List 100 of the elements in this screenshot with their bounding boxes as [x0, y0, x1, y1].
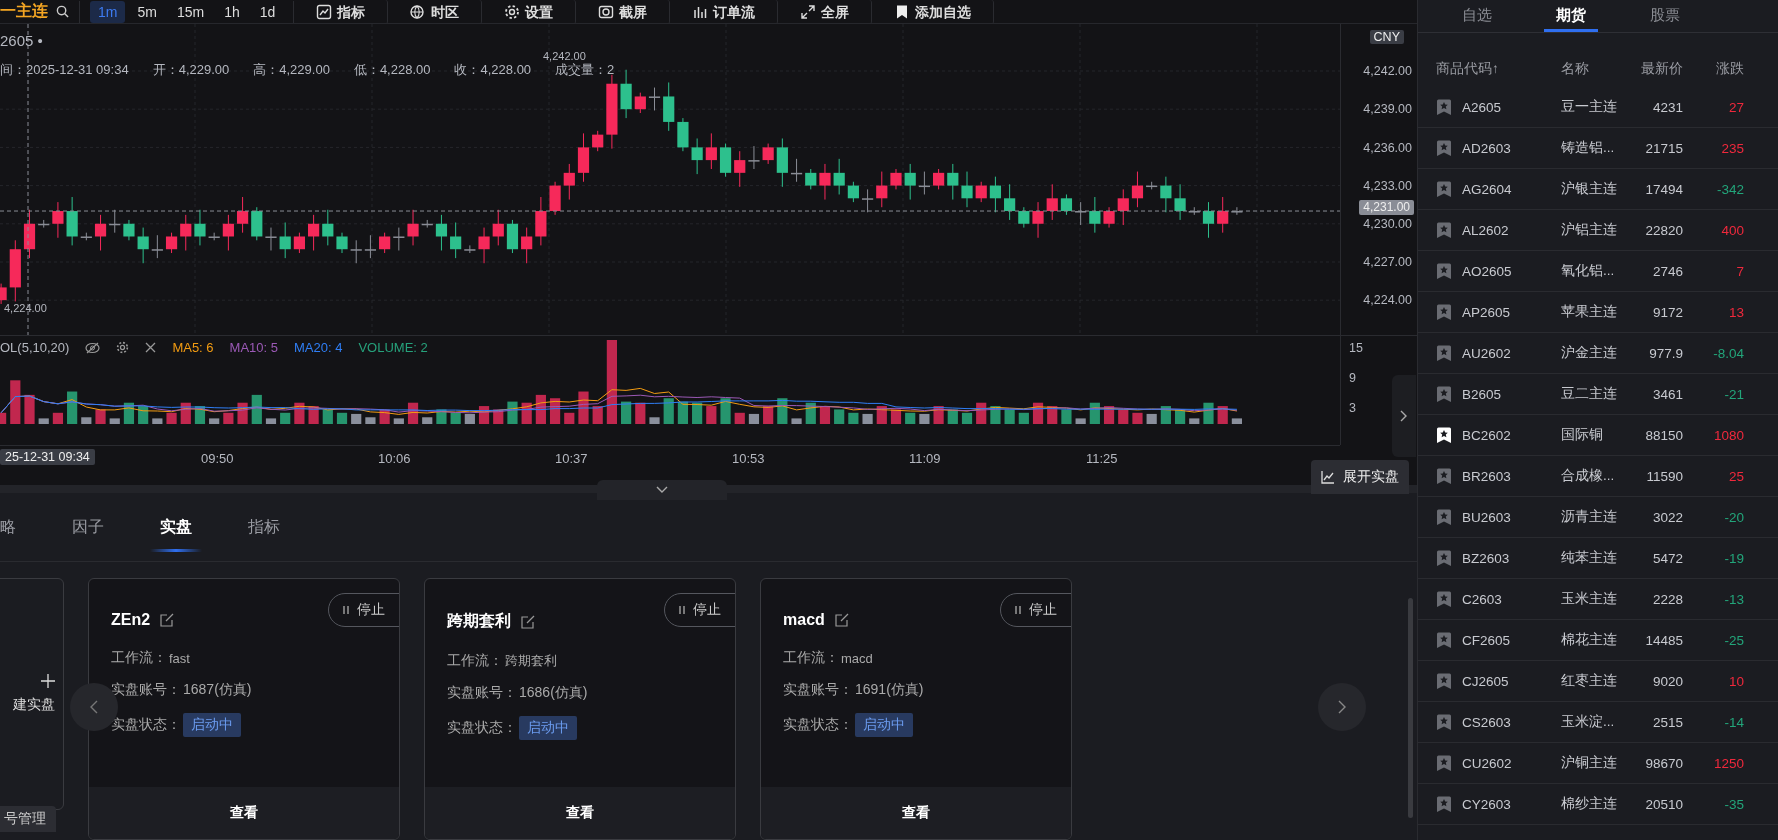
panel-tab[interactable]: 因子 — [44, 494, 132, 560]
bookmark-star-icon[interactable] — [1436, 795, 1452, 813]
quote-row[interactable]: C2603 玉米主连 2228 -13 — [1418, 579, 1778, 620]
stop-button[interactable]: 停止 — [664, 593, 735, 627]
product-name: 玉米主连 — [1561, 590, 1618, 608]
price-axis-label: 4,239.00 — [1363, 102, 1412, 117]
close-icon[interactable] — [145, 342, 157, 354]
quote-row[interactable]: B2605 豆二主连 3461 -21 — [1418, 374, 1778, 415]
market-tab[interactable]: 股票 — [1638, 0, 1692, 29]
bookmark-star-icon[interactable] — [1436, 180, 1452, 198]
quote-row[interactable]: BR2603 合成橡... 11590 25 — [1418, 456, 1778, 497]
market-tab[interactable]: 自选 — [1450, 0, 1504, 29]
product-name: 沪铜主连 — [1561, 754, 1618, 772]
quote-row[interactable]: BU2603 沥青主连 3022 -20 — [1418, 497, 1778, 538]
toolbar-button[interactable]: 添加自选 — [872, 0, 995, 24]
bookmark-star-icon[interactable] — [1436, 262, 1452, 280]
quote-row[interactable]: BZ2603 纯苯主连 5472 -19 — [1418, 538, 1778, 579]
price-change: -20 — [1723, 509, 1744, 525]
product-name: 豆一主连 — [1561, 98, 1618, 116]
view-button[interactable]: 查看 — [89, 787, 399, 839]
quote-row[interactable]: AL2602 沪铝主连 22820 400 — [1418, 210, 1778, 251]
pause-icon — [343, 606, 349, 614]
bookmark-star-icon[interactable] — [1436, 426, 1452, 444]
timeframe-tab[interactable]: 1h — [216, 0, 248, 23]
price-change: -342 — [1715, 181, 1744, 197]
quote-row[interactable]: AG2604 沪银主连 17494 -342 — [1418, 169, 1778, 210]
quote-row[interactable]: AD2603 铸造铝... 21715 235 — [1418, 128, 1778, 169]
field-label: 实盘状态： — [783, 716, 853, 734]
latest-price: 17494 — [1644, 181, 1683, 197]
price-axis-label: 4,227.00 — [1363, 255, 1412, 270]
price-change: -19 — [1723, 550, 1744, 566]
toolbar-button[interactable]: 设置 — [482, 0, 577, 24]
product-name: 沥青主连 — [1561, 508, 1618, 526]
latest-price: 2515 — [1651, 714, 1683, 730]
expand-live-button[interactable]: 展开实盘 — [1311, 460, 1409, 495]
status-badge: 启动中 — [855, 713, 913, 737]
quote-row[interactable]: AO2605 氧化铝... 2746 7 — [1418, 251, 1778, 292]
bookmark-star-icon[interactable] — [1436, 590, 1452, 608]
quote-row[interactable]: BC2602 国际铜 88150 1080 — [1418, 415, 1778, 456]
market-tab[interactable]: 期货 — [1544, 0, 1598, 32]
stop-button[interactable]: 停止 — [1000, 593, 1071, 627]
chevron-right-icon — [1400, 410, 1408, 423]
settings-icon[interactable] — [116, 341, 130, 355]
product-code: B2605 — [1462, 386, 1502, 402]
view-button[interactable]: 查看 — [761, 787, 1071, 839]
bookmark-star-icon[interactable] — [1436, 303, 1452, 321]
quote-row[interactable]: A2605 豆一主连 4231 27 — [1418, 87, 1778, 128]
toolbar-button[interactable]: 截屏 — [576, 0, 671, 24]
toolbar-button[interactable]: 指标 — [294, 0, 389, 24]
bookmark-star-icon[interactable] — [1436, 754, 1452, 772]
product-code: AD2603 — [1462, 140, 1511, 156]
stop-button[interactable]: 停止 — [328, 593, 399, 627]
toolbar-button[interactable]: 全屏 — [778, 0, 873, 24]
quote-row[interactable]: CY2603 棉纱主连 20510 -35 — [1418, 784, 1778, 825]
panel-tab[interactable]: 略 — [0, 494, 44, 560]
bookmark-star-icon[interactable] — [1436, 508, 1452, 526]
bookmark-star-icon[interactable] — [1436, 344, 1452, 362]
bookmark-star-icon[interactable] — [1436, 98, 1452, 116]
timeframe-tab[interactable]: 5m — [129, 0, 165, 23]
panel-tab[interactable]: 指标 — [220, 494, 308, 560]
bookmark-star-icon[interactable] — [1436, 672, 1452, 690]
column-header: 最新价 — [1641, 60, 1683, 78]
search-icon[interactable] — [56, 5, 69, 19]
bookmark-star-icon[interactable] — [1436, 221, 1452, 239]
timeframe-tab[interactable]: 1d — [251, 0, 284, 23]
price-change: -35 — [1723, 796, 1744, 812]
edit-icon[interactable] — [834, 613, 849, 627]
edit-icon[interactable] — [160, 613, 175, 627]
toolbar-button[interactable]: 订单流 — [670, 0, 779, 24]
quote-row[interactable]: CS2603 玉米淀... 2515 -14 — [1418, 702, 1778, 743]
view-button[interactable]: 查看 — [425, 787, 735, 839]
latest-price: 2228 — [1651, 591, 1683, 607]
bookmark-star-icon[interactable] — [1436, 631, 1452, 649]
workflow-value: macd — [841, 650, 873, 666]
field-label: 实盘状态： — [447, 719, 517, 737]
bookmark-star-icon[interactable] — [1436, 467, 1452, 485]
time-cursor-label: 25-12-31 09:34 — [0, 449, 95, 466]
quote-row[interactable]: CF2605 棉花主连 14485 -25 — [1418, 620, 1778, 661]
moving-average-legend: MA10: 5 — [229, 340, 278, 356]
bookmark-star-icon[interactable] — [1436, 549, 1452, 567]
timeframe-tab[interactable]: 1m — [90, 0, 126, 23]
quote-row[interactable]: AU2602 沪金主连 977.9 -8.04 — [1418, 333, 1778, 374]
edit-icon[interactable] — [521, 614, 535, 629]
account-manage-button[interactable]: 号管理 — [0, 806, 56, 832]
quote-row[interactable]: CJ2605 红枣主连 9020 10 — [1418, 661, 1778, 702]
product-code: CJ2605 — [1462, 673, 1509, 689]
latest-price: 3022 — [1651, 509, 1683, 525]
side-toggle-button[interactable] — [1392, 375, 1416, 458]
timeframe-tab[interactable]: 15m — [168, 0, 213, 23]
bookmark-star-icon[interactable] — [1436, 385, 1452, 403]
latest-price: 3461 — [1651, 386, 1683, 402]
quote-row[interactable]: AP2605 苹果主连 9172 13 — [1418, 292, 1778, 333]
bookmark-star-icon[interactable] — [1436, 713, 1452, 731]
bookmark-star-icon[interactable] — [1436, 139, 1452, 157]
quote-row[interactable]: CU2602 沪铜主连 98670 1250 — [1418, 743, 1778, 784]
hidden-eye-icon[interactable] — [85, 341, 101, 354]
toolbar-button[interactable]: 时区 — [388, 0, 483, 24]
column-header[interactable]: 商品代码↑ — [1436, 60, 1561, 78]
price-change: -8.04 — [1712, 345, 1744, 361]
panel-tab[interactable]: 实盘 — [132, 494, 220, 560]
